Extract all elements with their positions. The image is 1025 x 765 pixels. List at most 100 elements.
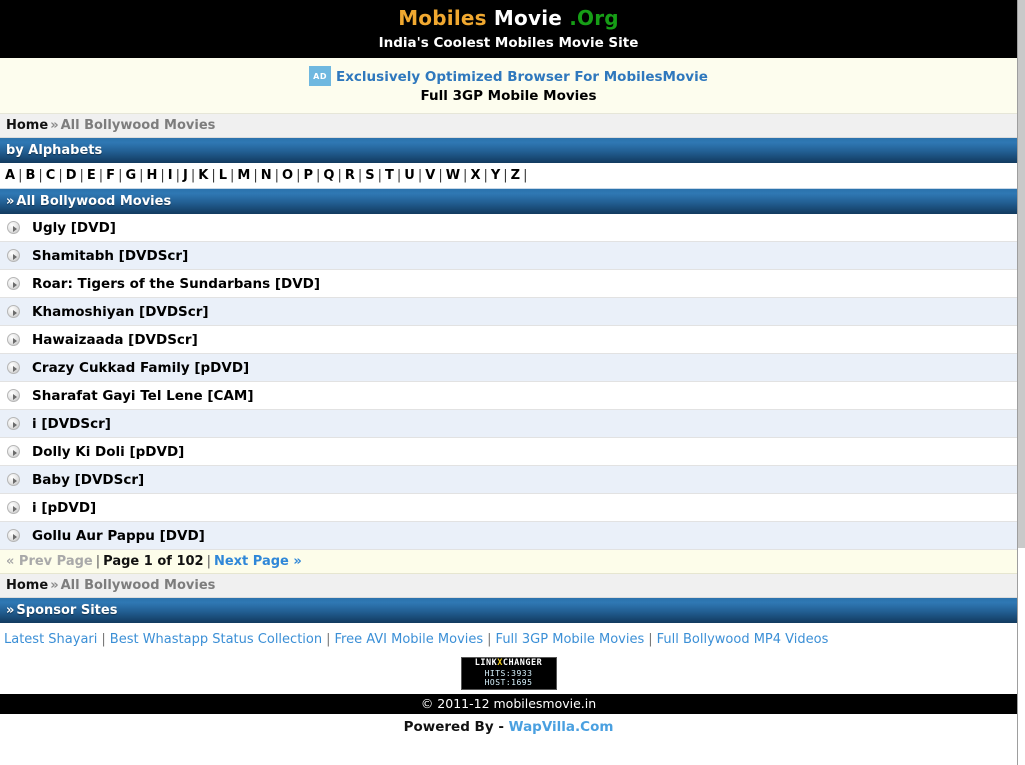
alphabet-link-d[interactable]: D [66,168,77,183]
pagination-prev: « Prev Page [6,554,93,569]
counter-hits: HITS:3933 [484,669,533,678]
section-bar-alphabets: by Alphabets [0,138,1017,163]
alphabet-link-x[interactable]: X [470,168,480,183]
alphabet-separator: | [396,168,402,183]
alphabet-separator: | [483,168,488,183]
alphabet-link-c[interactable]: C [46,168,56,183]
sponsor-link[interactable]: Best Whastapp Status Collection [110,632,322,647]
movie-title-link[interactable]: i [pDVD] [32,500,96,516]
movie-list-item[interactable]: Crazy Cukkad Family [pDVD] [0,354,1017,382]
sponsor-link-list[interactable]: Latest Shayari | Best Whastapp Status Coll… [0,623,1017,655]
pagination-next[interactable]: Next Page » [214,554,302,569]
alphabet-link-s[interactable]: S [365,168,374,183]
alphabet-link-l[interactable]: L [219,168,227,183]
sponsor-link[interactable]: Free AVI Mobile Movies [334,632,483,647]
alphabet-link-o[interactable]: O [282,168,293,183]
movie-list-item[interactable]: Khamoshiyan [DVDScr] [0,298,1017,326]
movie-list-item[interactable]: i [DVDScr] [0,410,1017,438]
movie-title-link[interactable]: Khamoshiyan [DVDScr] [32,304,209,320]
scrollbar-thumb[interactable] [1018,0,1025,548]
counter-brand: LINKXCHANGER [465,659,553,668]
ad-banner[interactable]: AD Exclusively Optimized Browser For Mobi… [0,58,1017,114]
alphabet-separator: | [160,168,165,183]
breadcrumb-home-link[interactable]: Home [6,118,48,133]
linkxchanger-counter-badge[interactable]: LINKXCHANGER HITS:3933 HOST:1695 [460,657,557,690]
logo-word-org: .Org [569,6,619,30]
vertical-scrollbar[interactable] [1017,0,1025,765]
movie-title-link[interactable]: Gollu Aur Pappu [DVD] [32,528,205,544]
alphabet-link-q[interactable]: Q [323,168,334,183]
alphabet-link-e[interactable]: E [87,168,96,183]
alphabet-separator: | [118,168,123,183]
sponsor-link[interactable]: Full 3GP Mobile Movies [496,632,645,647]
alphabet-link-u[interactable]: U [404,168,415,183]
movie-title-link[interactable]: Sharafat Gayi Tel Lene [CAM] [32,388,254,404]
ad-link[interactable]: Exclusively Optimized Browser For Mobile… [336,69,708,85]
movie-title-link[interactable]: i [DVDScr] [32,416,111,432]
movie-list-item[interactable]: Sharafat Gayi Tel Lene [CAM] [0,382,1017,410]
alphabet-link-z[interactable]: Z [511,168,520,183]
alphabet-link-a[interactable]: A [5,168,15,183]
site-header: Mobiles Movie .Org India's Coolest Mobil… [0,0,1017,58]
sponsor-link[interactable]: Latest Shayari [4,632,97,647]
alphabet-separator: | [296,168,301,183]
alphabet-link-g[interactable]: G [125,168,136,183]
sponsor-chevron-icon: » [6,603,15,618]
movie-list-item[interactable]: i [pDVD] [0,494,1017,522]
pagination[interactable]: « Prev Page | Page 1 of 102 | Next Page » [0,550,1017,574]
movie-title-link[interactable]: Shamitabh [DVDScr] [32,248,188,264]
section-bar-sponsor-label: Sponsor Sites [16,603,118,618]
site-logo: Mobiles Movie .Org [0,6,1017,30]
alphabet-link-k[interactable]: K [198,168,208,183]
movie-title-link[interactable]: Baby [DVDScr] [32,472,144,488]
page-root: Mobiles Movie .Org India's Coolest Mobil… [0,0,1017,735]
powered-by-link[interactable]: WapVilla.Com [509,719,614,735]
play-bullet-icon [7,277,20,290]
movie-title-link[interactable]: Hawaizaada [DVDScr] [32,332,198,348]
alphabet-link-v[interactable]: V [425,168,435,183]
alphabet-separator: | [38,168,43,183]
alphabet-link-n[interactable]: N [261,168,272,183]
sponsor-separator: | [487,632,492,647]
alphabet-separator: | [175,168,181,183]
alphabet-link-h[interactable]: H [147,168,158,183]
movie-title-link[interactable]: Dolly Ki Doli [pDVD] [32,444,184,460]
movie-title-link[interactable]: Roar: Tigers of the Sundarbans [DVD] [32,276,320,292]
play-bullet-icon [7,305,20,318]
sponsor-separator: | [326,632,331,647]
movie-list-item[interactable]: Gollu Aur Pappu [DVD] [0,522,1017,550]
alphabet-separator: | [337,168,342,183]
alphabet-link-r[interactable]: R [345,168,355,183]
movie-list-item[interactable]: Shamitabh [DVDScr] [0,242,1017,270]
movie-list-item[interactable]: Hawaizaada [DVDScr] [0,326,1017,354]
play-bullet-icon [7,333,20,346]
breadcrumb-bottom: Home» All Bollywood Movies [0,574,1017,598]
logo-word-mobiles: Mobiles [398,6,487,30]
sponsor-link[interactable]: Full Bollywood MP4 Videos [657,632,829,647]
alphabet-link-m[interactable]: M [237,168,250,183]
alphabet-link-t[interactable]: T [385,168,394,183]
pagination-current: Page 1 of 102 [103,554,204,569]
alphabet-link-i[interactable]: I [168,168,173,183]
alphabet-link-f[interactable]: F [106,168,115,183]
section-bar-alphabets-label: by Alphabets [6,143,103,158]
breadcrumb-top: Home» All Bollywood Movies [0,114,1017,138]
alphabet-link-j[interactable]: J [183,168,188,183]
alphabet-link-y[interactable]: Y [491,168,500,183]
movie-list-item[interactable]: Ugly [DVD] [0,214,1017,242]
alphabet-link-b[interactable]: B [25,168,35,183]
movie-list-item[interactable]: Dolly Ki Doli [pDVD] [0,438,1017,466]
movie-list-item[interactable]: Baby [DVDScr] [0,466,1017,494]
section-bar-movies-label: All Bollywood Movies [16,194,172,209]
alphabet-separator: | [58,168,63,183]
alphabet-index[interactable]: A | B | C | D | E | F | G | H | I | J | K | L | M | N | O | P | Q | R | S | T |… [0,163,1017,189]
movie-title-link[interactable]: Crazy Cukkad Family [pDVD] [32,360,249,376]
movie-list-item[interactable]: Roar: Tigers of the Sundarbans [DVD] [0,270,1017,298]
breadcrumb-home-link-bottom[interactable]: Home [6,578,48,593]
alphabet-link-w[interactable]: W [446,168,460,183]
movie-title-link[interactable]: Ugly [DVD] [32,220,116,236]
alphabet-link-p[interactable]: P [303,168,313,183]
alphabet-separator: | [377,168,383,183]
section-chevron-icon: » [6,194,15,209]
section-bar-sponsor: » Sponsor Sites [0,598,1017,623]
